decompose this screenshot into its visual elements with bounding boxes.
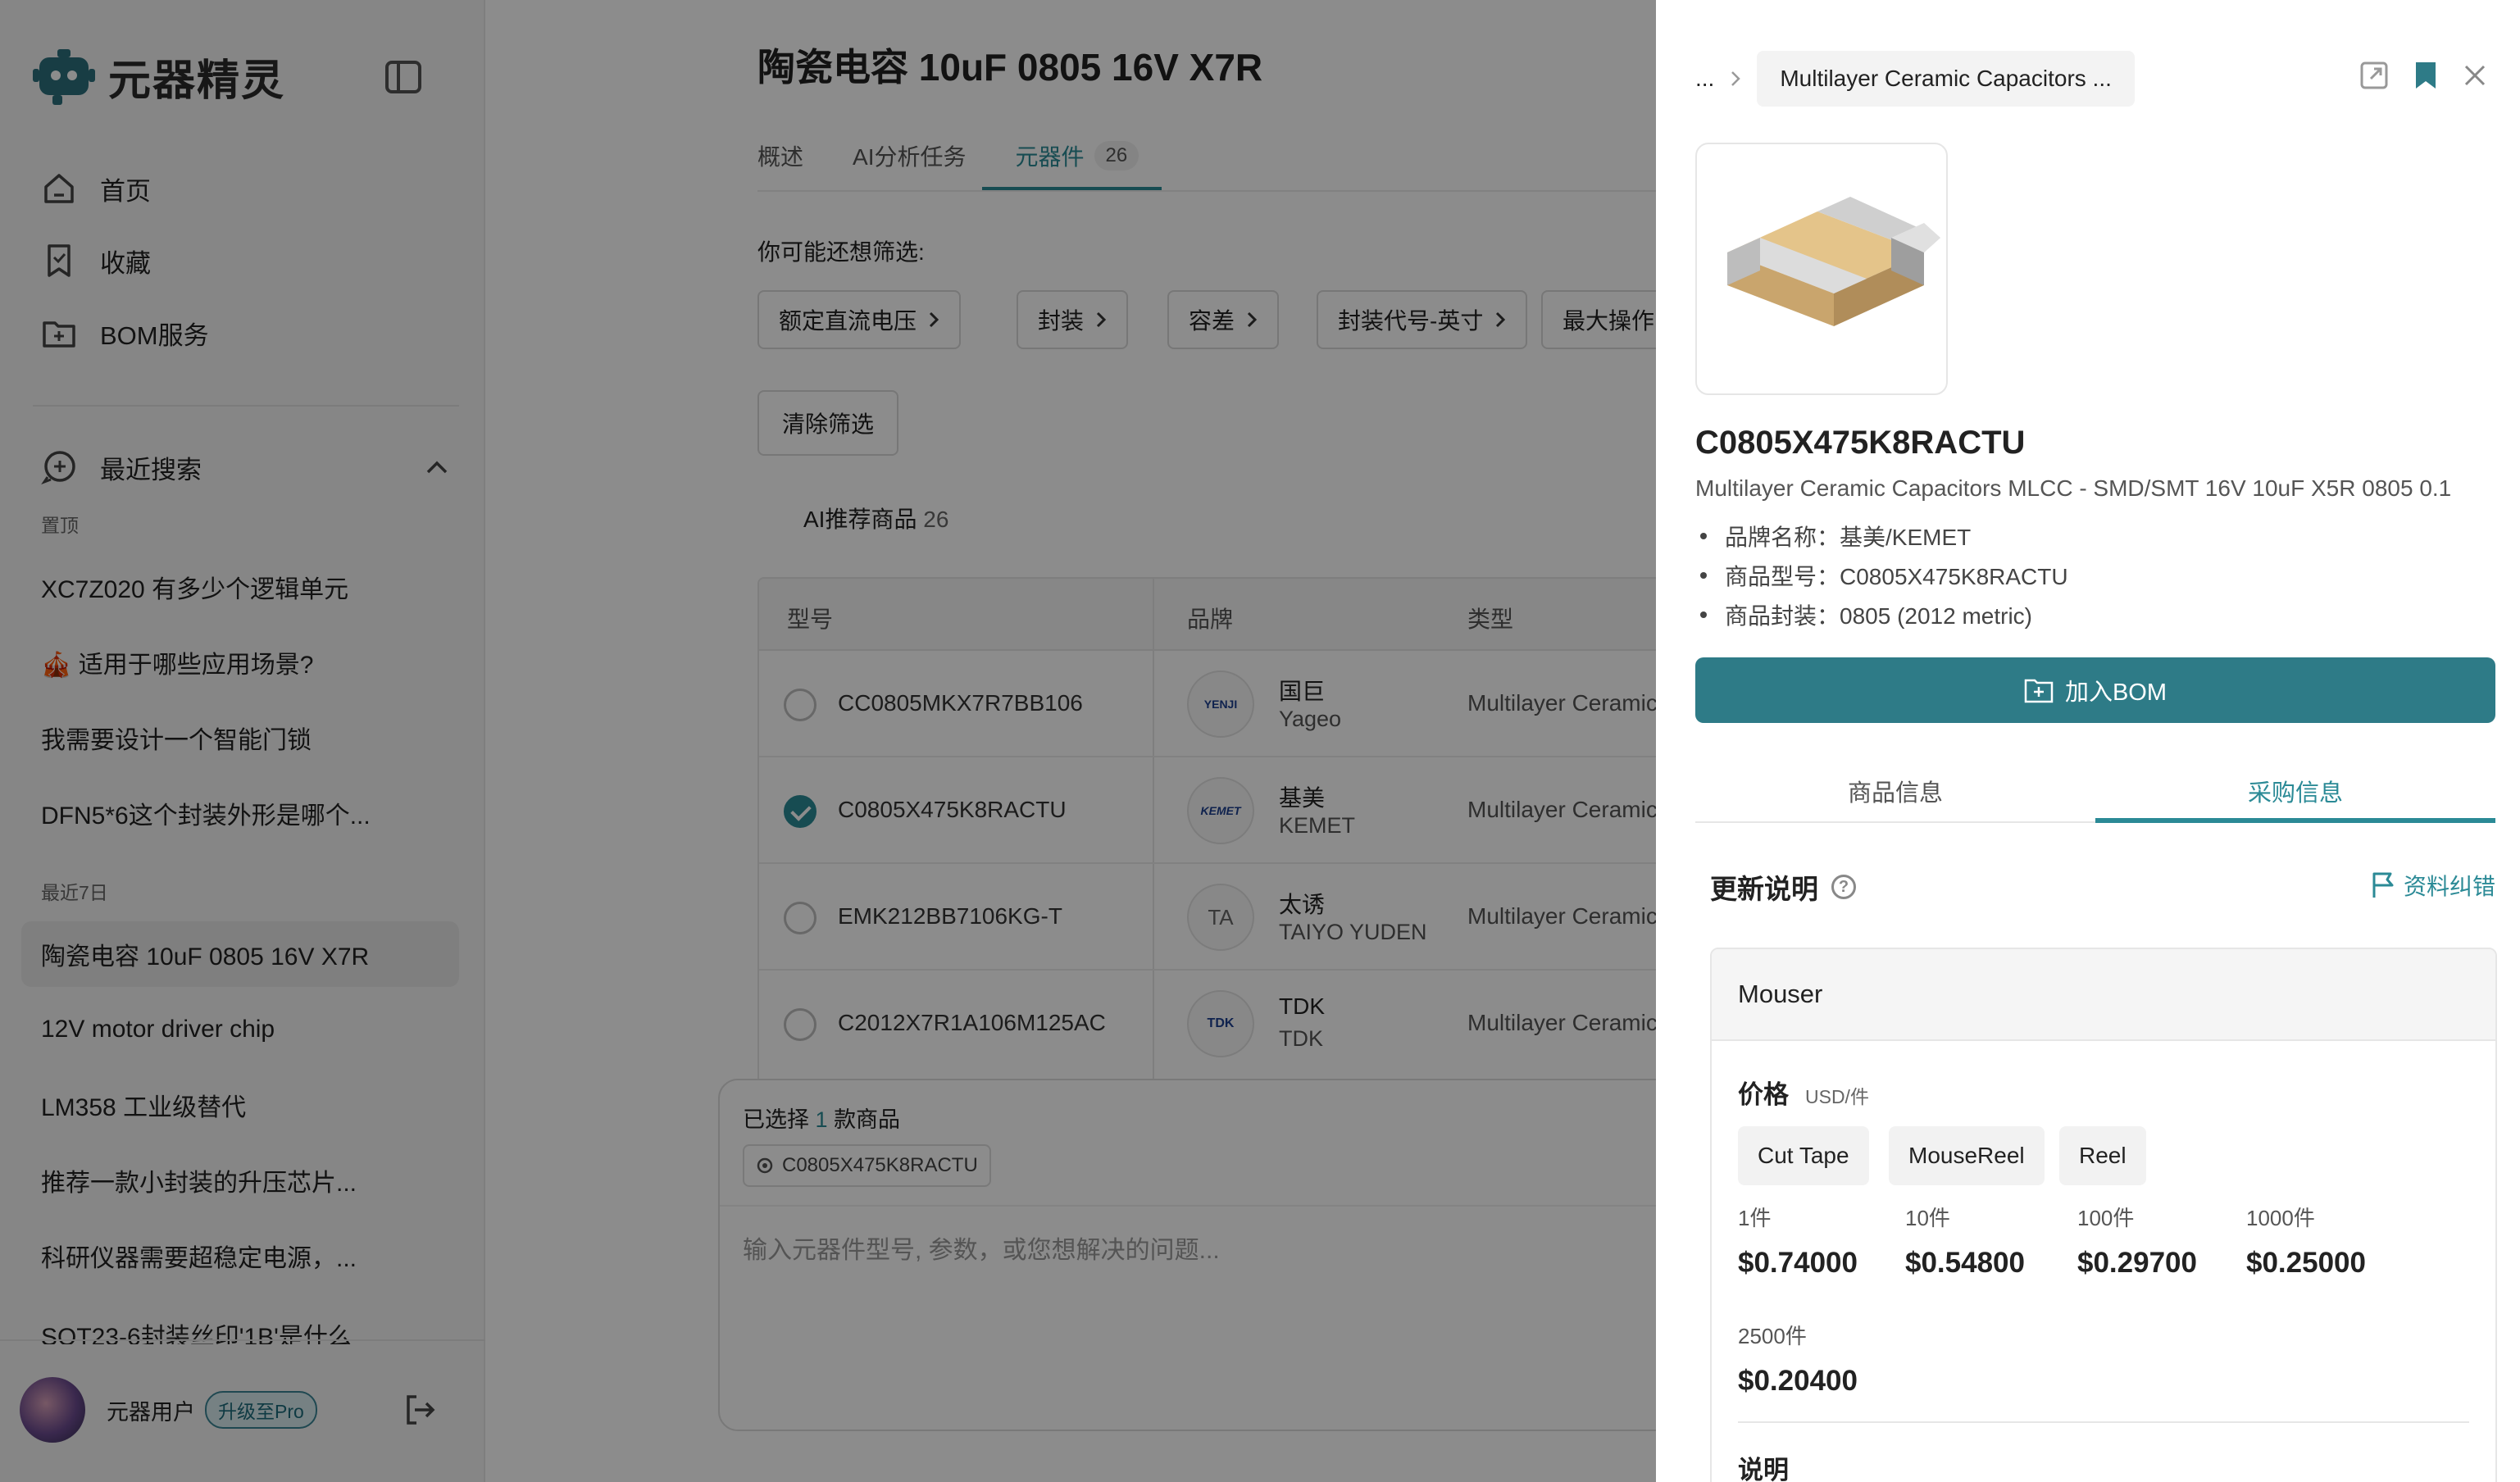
breadcrumb-ellipsis[interactable]: ...	[1695, 66, 1714, 92]
tier-price: $0.74000	[1738, 1247, 1858, 1279]
tier-qty: 10件	[1905, 1206, 1950, 1230]
product-image[interactable]	[1695, 143, 1948, 395]
report-error-label: 资料纠错	[2403, 874, 2495, 899]
tab-product-info[interactable]: 商品信息	[1695, 769, 2095, 821]
chevron-right-icon	[1731, 71, 1741, 86]
tier-qty: 100件	[2077, 1206, 2135, 1230]
help-icon[interactable]: ?	[1831, 875, 1856, 899]
tier-qty: 1件	[1738, 1206, 1772, 1230]
capacitor-image	[1727, 197, 1940, 326]
tier-price: $0.20400	[1738, 1365, 1858, 1397]
breadcrumb: ... Multilayer Ceramic Capacitors ...	[1695, 51, 2135, 107]
price-tier: 1件 $0.74000	[1738, 1202, 1858, 1280]
part-detail-drawer: ... Multilayer Ceramic Capacitors ... C0…	[1656, 0, 2520, 1482]
open-external-icon[interactable]	[2359, 61, 2389, 90]
price-tier: 2500件 $0.20400	[1738, 1320, 1858, 1398]
close-icon[interactable]	[2463, 63, 2487, 88]
price-tier: 1000件 $0.25000	[2246, 1202, 2366, 1280]
spec-item: 商品型号：C0805X475K8RACTU	[1695, 556, 2068, 595]
notes-divider	[1738, 1421, 2469, 1423]
breadcrumb-current[interactable]: Multilayer Ceramic Capacitors ...	[1757, 51, 2135, 107]
tier-price: $0.54800	[1905, 1247, 2025, 1279]
update-notes-header: 更新说明 ?	[1710, 867, 1856, 907]
tier-price: $0.29700	[2077, 1247, 2197, 1279]
price-unit: USD/件	[1805, 1086, 1869, 1107]
supplier-name: Mouser	[1712, 949, 2495, 1041]
package-option[interactable]: Cut Tape	[1738, 1126, 1869, 1185]
supplier-card: Mouser 价格 USD/件 Cut Tape MouseReel Reel …	[1710, 948, 2497, 1482]
modal-backdrop[interactable]	[0, 0, 1656, 1482]
package-option[interactable]: Reel	[2059, 1126, 2146, 1185]
tier-qty: 1000件	[2246, 1206, 2315, 1230]
update-notes-title: 更新说明	[1710, 874, 1818, 904]
part-specs: 品牌名称：基美/KEMET 商品型号：C0805X475K8RACTU 商品封装…	[1695, 516, 2068, 634]
folder-plus-icon	[2024, 679, 2054, 703]
spec-item: 品牌名称：基美/KEMET	[1695, 516, 2068, 556]
price-header: 价格 USD/件	[1738, 1074, 1869, 1111]
drawer-actions	[2359, 61, 2487, 90]
tier-price: $0.25000	[2246, 1247, 2366, 1279]
report-error-link[interactable]: 资料纠错	[2371, 869, 2495, 902]
drawer-tabs: 商品信息 采购信息	[1695, 769, 2495, 823]
tab-purchase-info[interactable]: 采购信息	[2095, 769, 2495, 823]
spec-item: 商品封装：0805 (2012 metric)	[1695, 595, 2068, 634]
add-to-bom-button[interactable]: 加入BOM	[1695, 657, 2495, 723]
price-tier: 10件 $0.54800	[1905, 1202, 2025, 1280]
bookmark-filled-icon[interactable]	[2413, 61, 2438, 90]
part-number: C0805X475K8RACTU	[1695, 425, 2026, 461]
price-tier: 100件 $0.29700	[2077, 1202, 2197, 1280]
package-option[interactable]: MouseReel	[1889, 1126, 2045, 1185]
tier-qty: 2500件	[1738, 1324, 1807, 1348]
add-to-bom-label: 加入BOM	[2064, 680, 2167, 706]
notes-label: 说明	[1738, 1456, 1789, 1482]
part-description: Multilayer Ceramic Capacitors MLCC - SMD…	[1695, 475, 2452, 501]
flag-icon	[2372, 872, 2394, 898]
price-label: 价格	[1738, 1080, 1789, 1109]
